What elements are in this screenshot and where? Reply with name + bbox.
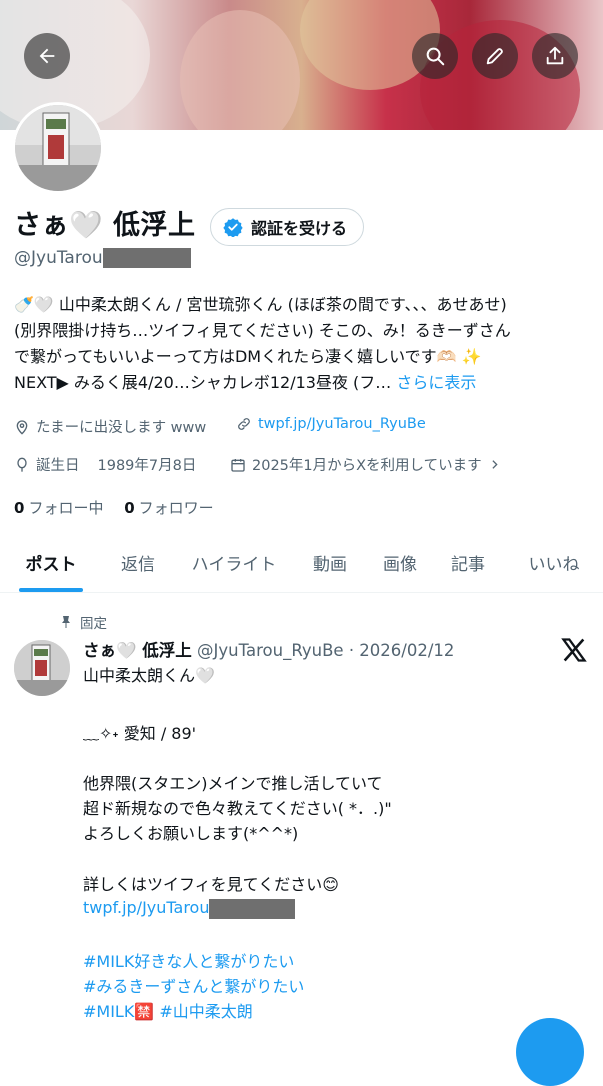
back-arrow-icon [39,48,55,64]
following-count: 0 [14,499,25,517]
redacted-block [102,248,191,268]
website-link[interactable]: twpf.jp/JyuTarou_RyuBe [236,416,426,432]
search-button[interactable] [412,33,458,79]
birthday-date: 1989年7月8日 [97,458,197,474]
joined-date[interactable]: 2025年1月からXを利用しています [230,454,501,475]
search-icon [426,47,445,66]
tab-label: 記事 [451,554,485,575]
tab-label: いいね [528,554,580,575]
profile-bio: 🍼🤍 山中柔太朗くん / 宮世琉弥くん (ほぼ茶の間です、、、あせあせ) (別界… [14,292,594,396]
get-verified-button[interactable]: 認証を受ける [210,208,365,246]
location-pin-icon [16,419,28,435]
active-tab-indicator [19,588,83,592]
followers-count-link[interactable]: 0 フォロワー [124,499,213,517]
bio-line: で繋がってもいいよーって方はDMくれたら凄く嬉しいです🫶🏻 ✨ [14,347,482,366]
bio-line: (別界隈掛け持ち…ツイフィ見てください) そこの、み！るきーずさん [14,321,511,340]
chevron-right-icon [492,460,498,469]
followers-label: フォロワー [138,499,214,517]
back-button[interactable] [24,33,70,79]
tab-label: ハイライト [191,554,277,575]
birthday-label: 誕生日 [36,458,80,474]
pinned-indicator: 固定 [60,612,107,632]
post-line: 超ド新規なので色々教えてください( *．.)" [83,799,392,818]
pin-icon [62,616,70,628]
tab-highlights[interactable]: ハイライト [184,540,284,584]
pinned-label: 固定 [80,616,107,632]
handle-text: @JyuTarou [14,248,103,268]
tab-label: ポスト [25,554,77,575]
get-verified-label: 認証を受ける [251,219,348,238]
tab-replies[interactable]: 返信 [108,540,168,584]
tab-articles[interactable]: 記事 [440,540,496,584]
profile-name: さぁ🤍 低浮上 [14,210,196,241]
pencil-icon [486,48,503,65]
avatar-image [14,640,70,696]
redacted-block [209,898,296,919]
share-icon [546,46,564,65]
link-icon [238,418,250,430]
see-more-link[interactable]: さらに表示 [396,373,476,392]
post-link-text[interactable]: twpf.jp/JyuTarou [83,898,209,917]
followers-count: 0 [124,499,135,517]
following-label: フォロー中 [28,499,104,517]
post-line: 詳しくはツイフィを見てください😊 [83,875,339,894]
post-line: 山中柔太朗くん🤍 [83,666,215,685]
share-button[interactable] [532,33,578,79]
x-logo-icon[interactable] [560,636,588,664]
post-line: よろしくお願いします(*^^*) [83,824,299,843]
bio-line: 🍼🤍 山中柔太朗くん / 宮世琉弥くん (ほぼ茶の間です、、、あせあせ) [14,295,507,314]
bio-line-last: NEXT▶ みるく展4/20…シャカレボ12/13昼夜 (フ… さらに表示 [14,370,594,396]
balloon-icon [17,457,27,472]
hashtag[interactable]: #MILK好きな人と繋がりたい [83,948,294,972]
post-handle-date[interactable]: @JyuTarou_RyuBe · 2026/02/12 [197,641,454,660]
verified-badge-icon [223,218,243,237]
follow-counts: 0 フォロー中 0 フォロワー [14,497,214,518]
post-avatar[interactable] [14,640,70,696]
joined-text: 2025年1月からXを利用しています [252,458,482,474]
website-text[interactable]: twpf.jp/JyuTarou_RyuBe [258,416,426,432]
tab-posts[interactable]: ポスト [14,540,88,592]
tab-videos[interactable]: 動画 [302,540,358,584]
profile-handle: @JyuTarou [14,248,191,268]
location: たまーに出没します www [14,416,206,437]
tab-likes[interactable]: いいね [518,540,590,584]
following-count-link[interactable]: 0 フォロー中 [14,499,103,517]
post-link[interactable]: twpf.jp/JyuTarou [83,898,296,919]
compose-fab[interactable] [516,1018,584,1086]
post-line: ﹏✧˖ 愛知 / 89' [83,724,197,743]
tab-label: 動画 [313,554,347,575]
bio-line: NEXT▶ みるく展4/20…シャカレボ12/13昼夜 (フ… [14,373,392,392]
post-author-name[interactable]: さぁ🤍 低浮上 [83,641,192,660]
avatar-image [15,105,101,191]
profile-avatar[interactable] [12,102,104,194]
birthday: 誕生日 1989年7月8日 [14,454,196,475]
calendar-icon [231,458,245,472]
tab-label: 返信 [121,554,155,575]
post-header: さぁ🤍 低浮上 @JyuTarou_RyuBe · 2026/02/12 [83,637,454,661]
profile-tabs: ポスト 返信 ハイライト 動画 画像 記事 いいね [0,540,603,593]
tab-label: 画像 [383,554,417,575]
hashtag[interactable]: #みるきーずさんと繋がりたい [83,973,304,997]
tab-media[interactable]: 画像 [372,540,428,584]
edit-button[interactable] [472,33,518,79]
post-line: 他界隈(スタエン)メインで推し活していて [83,774,383,793]
hashtag[interactable]: #MILK🈲 #山中柔太朗 [83,998,253,1022]
location-text: たまーに出没します www [36,420,207,436]
